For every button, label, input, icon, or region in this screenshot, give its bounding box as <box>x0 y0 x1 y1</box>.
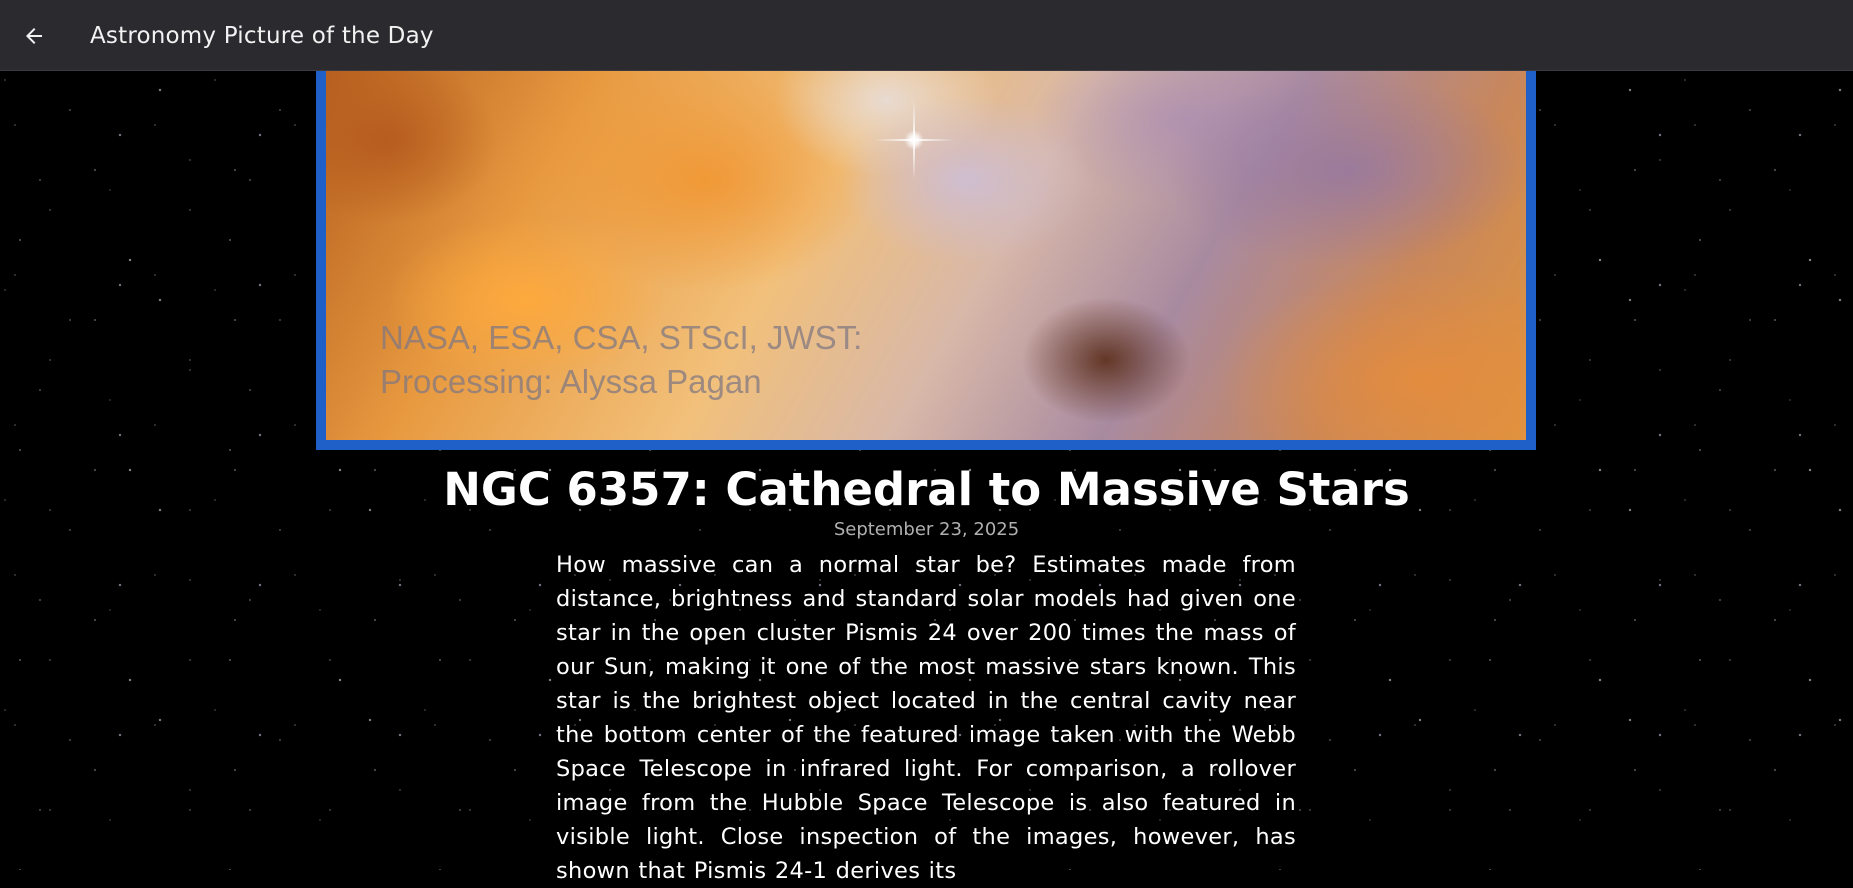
image-credit: NASA, ESA, CSA, STScI, JWST: Processing:… <box>380 316 862 404</box>
credit-line-2: Processing: Alyssa Pagan <box>380 363 762 400</box>
app-bar: Astronomy Picture of the Day <box>0 0 1853 71</box>
app-title: Astronomy Picture of the Day <box>90 23 434 49</box>
article-title: NGC 6357: Cathedral to Massive Stars <box>443 463 1410 516</box>
back-button[interactable] <box>18 20 50 52</box>
credit-line-1: NASA, ESA, CSA, STScI, JWST: <box>380 319 863 356</box>
arrow-left-icon <box>26 28 42 44</box>
bright-star <box>904 130 924 150</box>
apod-image[interactable]: NASA, ESA, CSA, STScI, JWST: Processing:… <box>326 60 1526 440</box>
article-explanation: How massive can a normal star be? Estima… <box>556 552 1296 884</box>
apod-image-frame[interactable]: NASA, ESA, CSA, STScI, JWST: Processing:… <box>316 60 1536 450</box>
article-date: September 23, 2025 <box>833 519 1020 540</box>
